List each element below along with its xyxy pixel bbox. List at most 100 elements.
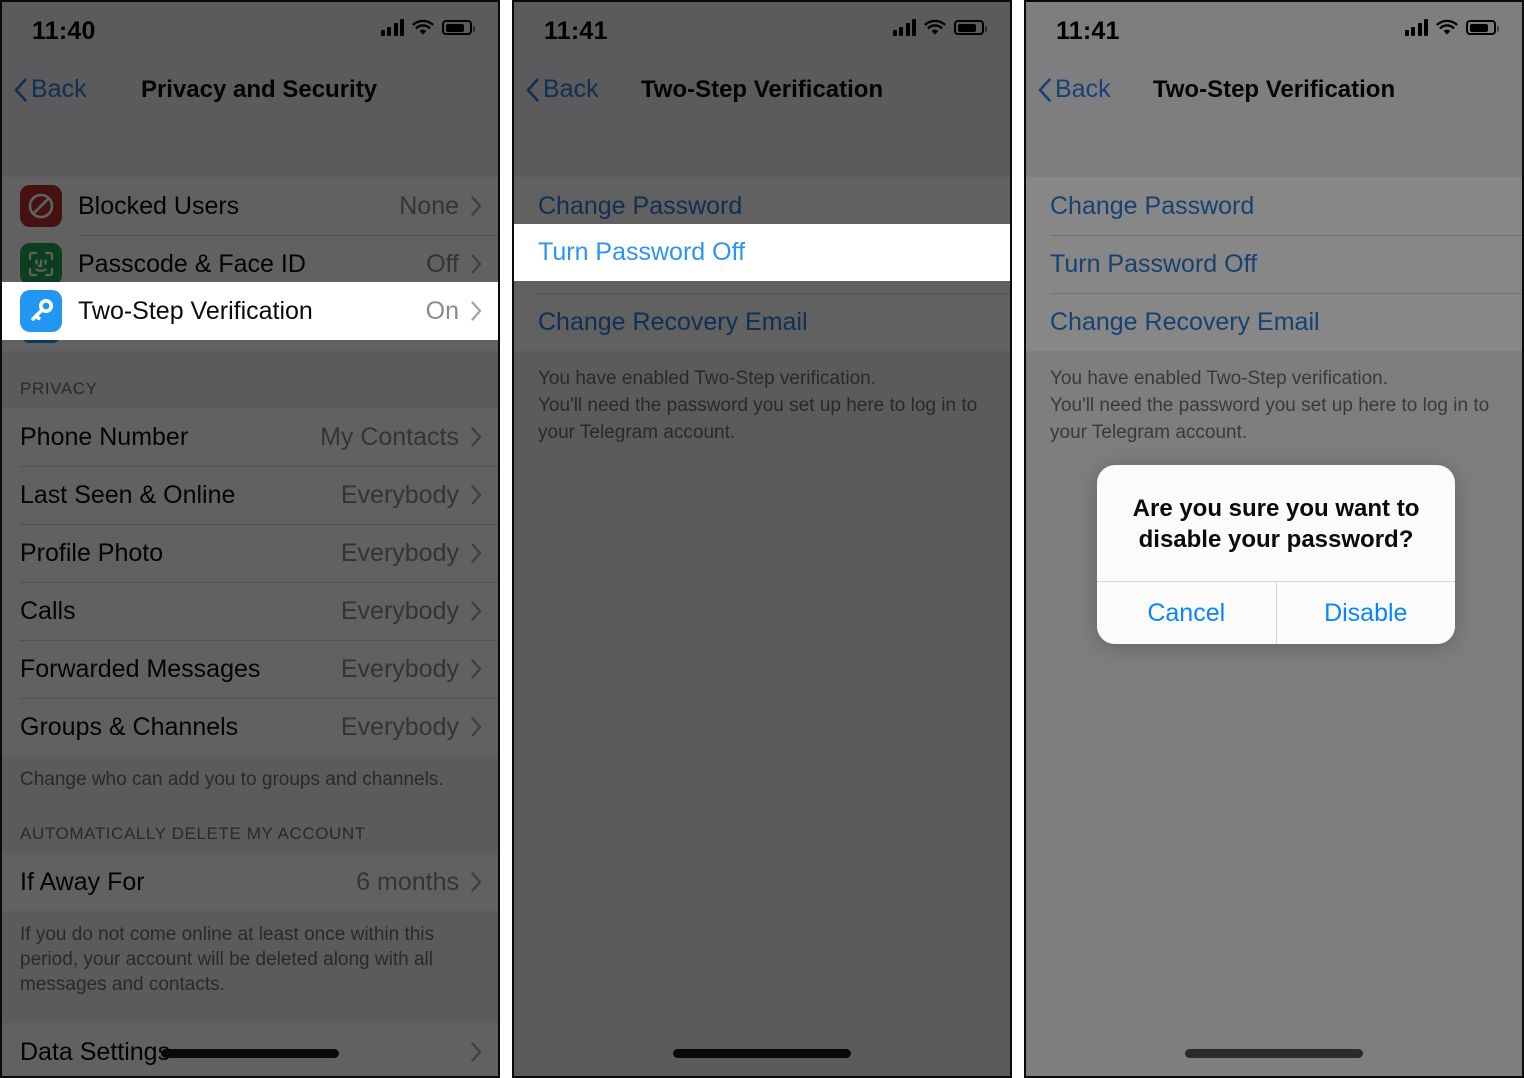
alert-actions: Cancel Disable (1097, 581, 1455, 645)
row-value: Everybody (340, 654, 459, 683)
status-bar-1: 11:40 (2, 2, 498, 58)
row-profile-photo[interactable]: Profile Photo Everybody (2, 524, 498, 582)
list-top-spacer (2, 121, 498, 177)
row-groups-channels[interactable]: Groups & Channels Everybody (2, 698, 498, 756)
wifi-icon (412, 19, 434, 36)
battery-icon (442, 20, 475, 35)
back-button[interactable]: Back (526, 58, 599, 121)
disable-password-alert: Are you sure you want to disable your pa… (1097, 465, 1455, 645)
link-turn-password-off-highlighted[interactable]: Turn Password Off (514, 224, 1010, 281)
chevron-right-icon (471, 196, 482, 216)
status-time: 11:40 (32, 17, 96, 45)
link-label: Turn Password Off (1050, 249, 1258, 278)
nav-bar-3: Two-Step Verification Back (1026, 58, 1522, 121)
info-line-2: You'll need the password you set up here… (1050, 394, 1490, 416)
status-time: 11:41 (544, 17, 608, 45)
row-label: Phone Number (20, 422, 189, 451)
row-two-step-verification-highlighted[interactable]: Two-Step Verification On (2, 282, 498, 340)
disable-button[interactable]: Disable (1275, 582, 1455, 645)
chevron-right-icon (471, 1042, 482, 1063)
chevron-right-icon (471, 659, 482, 679)
row-label: Calls (20, 596, 76, 625)
link-change-recovery-email[interactable]: Change Recovery Email (514, 293, 1010, 351)
chevron-right-icon (471, 601, 482, 621)
status-indicators (1404, 19, 1499, 36)
back-label: Back (543, 75, 599, 103)
status-indicators (892, 19, 987, 36)
chevron-left-icon (14, 77, 27, 102)
info-line-2: You'll need the password you set up here… (538, 394, 978, 416)
screen-content-2: 11:41 Two-Step Verification Back Change … (514, 2, 1010, 1076)
signal-bars-icon (380, 19, 404, 36)
row-value: None (399, 191, 459, 220)
two-step-info: You have enabled Two-Step verification. … (1026, 351, 1522, 447)
nav-bar-1: Privacy and Security Back (2, 58, 498, 121)
row-last-seen-online[interactable]: Last Seen & Online Everybody (2, 466, 498, 524)
screen-content-1: 11:40 Privacy and Security Back Blocked … (2, 2, 498, 1076)
chevron-right-icon (471, 485, 482, 505)
row-label: Last Seen & Online (20, 480, 236, 509)
cancel-button[interactable]: Cancel (1097, 582, 1276, 645)
back-label: Back (1055, 75, 1111, 103)
alert-body: Are you sure you want to disable your pa… (1097, 465, 1455, 581)
row-value: Everybody (340, 480, 459, 509)
link-label: Change Password (538, 191, 743, 220)
nav-bar-2: Two-Step Verification Back (514, 58, 1010, 121)
wifi-icon (1436, 19, 1458, 36)
spotlight-two-step-verification[interactable]: Two-Step Verification On (2, 282, 498, 340)
chevron-left-icon (1038, 77, 1051, 102)
back-label: Back (31, 75, 87, 103)
back-button[interactable]: Back (14, 58, 87, 121)
row-label: Groups & Channels (20, 712, 239, 741)
blocked-users-icon (20, 185, 62, 227)
phone-screen-privacy-and-security: 11:40 Privacy and Security Back Blocked … (0, 0, 500, 1078)
chevron-right-icon (471, 427, 482, 447)
link-change-recovery-email[interactable]: Change Recovery Email (1026, 293, 1522, 351)
key-icon (20, 290, 62, 332)
row-value: Off (426, 249, 459, 278)
chevron-right-icon (471, 301, 482, 321)
info-line-1: You have enabled Two-Step verification. (538, 368, 877, 389)
signal-bars-icon (892, 19, 916, 36)
link-label: Change Recovery Email (538, 307, 808, 336)
wifi-icon (924, 19, 946, 36)
info-line-3: your Telegram account. (1050, 421, 1248, 443)
face-id-icon (20, 243, 62, 285)
row-phone-number[interactable]: Phone Number My Contacts (2, 408, 498, 466)
auto-delete-group: If Away For 6 months (2, 853, 498, 912)
privacy-footnote: Change who can add you to groups and cha… (20, 769, 444, 790)
row-value: On (425, 296, 459, 325)
battery-icon (1466, 20, 1499, 35)
row-value: My Contacts (320, 422, 459, 451)
list-top-spacer (514, 121, 1010, 177)
home-indicator (161, 1049, 339, 1058)
link-turn-password-off[interactable]: Turn Password Off (1026, 235, 1522, 293)
phone-screen-two-step-verification: 11:41 Two-Step Verification Back Change … (512, 0, 1012, 1078)
row-label: Forwarded Messages (20, 654, 261, 683)
row-blocked-users[interactable]: Blocked Users None (2, 177, 498, 235)
back-button[interactable]: Back (1038, 58, 1111, 121)
row-label: Two-Step Verification (78, 296, 313, 325)
home-indicator (1185, 1049, 1363, 1058)
spotlight-turn-password-off[interactable]: Turn Password Off (514, 224, 1010, 281)
row-value: Everybody (340, 596, 459, 625)
link-label: Change Recovery Email (1050, 307, 1320, 336)
phone-screen-disable-password-alert: 11:41 Two-Step Verification Back Change … (1024, 0, 1524, 1078)
two-step-info: You have enabled Two-Step verification. … (514, 351, 1010, 447)
screen-content-3: 11:41 Two-Step Verification Back Change … (1026, 2, 1522, 1076)
status-bar-2: 11:41 (514, 2, 1010, 58)
row-calls[interactable]: Calls Everybody (2, 582, 498, 640)
two-step-links-group: Change Password Turn Password Off Change… (1026, 177, 1522, 351)
status-time: 11:41 (1056, 17, 1120, 45)
info-line-1: You have enabled Two-Step verification. (1050, 368, 1389, 389)
privacy-group: Phone Number My Contacts Last Seen & Onl… (2, 408, 498, 756)
row-value: Everybody (340, 712, 459, 741)
row-label: If Away For (20, 867, 145, 896)
row-if-away-for[interactable]: If Away For 6 months (2, 853, 498, 912)
home-indicator (673, 1049, 851, 1058)
settings-list-1: Blocked Users None Passcode & Face ID Of… (2, 121, 498, 1076)
auto-delete-section-header: AUTOMATICALLY DELETE MY ACCOUNT (20, 824, 366, 844)
link-change-password[interactable]: Change Password (1026, 177, 1522, 235)
row-value: Everybody (340, 538, 459, 567)
row-forwarded-messages[interactable]: Forwarded Messages Everybody (2, 640, 498, 698)
